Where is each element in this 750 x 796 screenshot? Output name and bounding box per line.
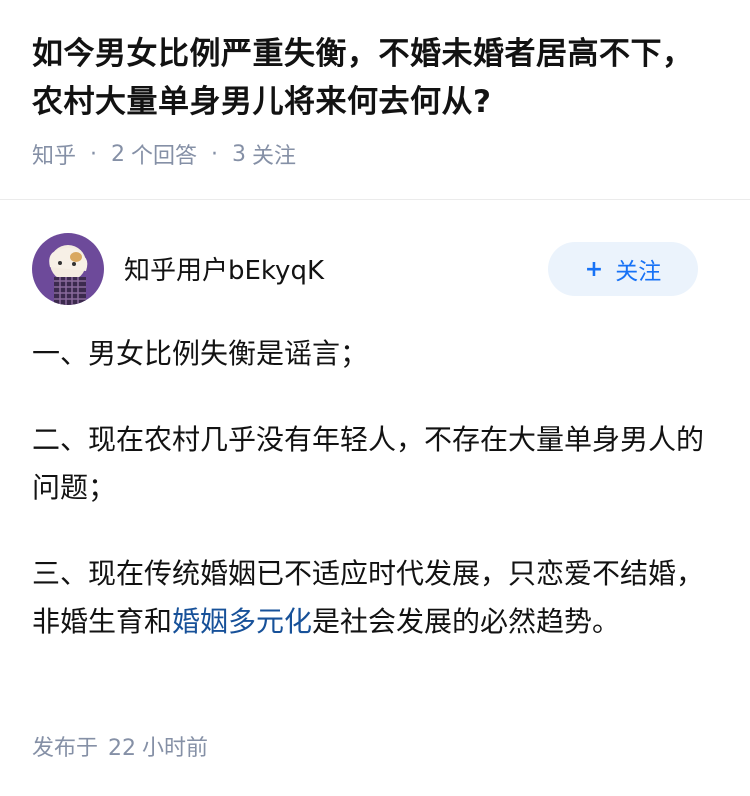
follow-button[interactable]: + 关注 — [548, 242, 698, 296]
separator-dot: · — [90, 141, 98, 167]
publish-unit: 小时前 — [142, 736, 209, 761]
answer-paragraph: 二、现在农村几乎没有年轻人，不存在大量单身男人的问题； — [32, 423, 705, 504]
follow-button-label: 关注 — [615, 259, 662, 285]
publish-amount: 22 — [108, 736, 137, 761]
plus-icon: + — [584, 256, 604, 282]
answer-paragraph: 一、男女比例失衡是谣言； — [32, 337, 369, 370]
separator-dot: · — [211, 141, 219, 167]
question-meta: 知乎 · 2 个回答 · 3 关注 — [32, 138, 718, 170]
author-row: 知乎用户bEkyqK + 关注 — [32, 232, 718, 306]
topic-link[interactable]: 婚姻多元化 — [172, 605, 312, 638]
answer-content: 一、男女比例失衡是谣言； 二、现在农村几乎没有年轻人，不存在大量单身男人的问题；… — [32, 330, 712, 684]
question-title[interactable]: 如今男女比例严重失衡，不婚未婚者居高不下，农村大量单身男儿将来何去何从? — [32, 30, 718, 126]
publish-time: 发布于 22 小时前 — [32, 730, 208, 762]
author-name[interactable]: 知乎用户bEkyqK — [124, 250, 324, 287]
answer-text: 是社会发展的必然趋势。 — [312, 605, 621, 638]
answer-count: 2 — [111, 141, 126, 167]
follow-count-label[interactable]: 关注 — [252, 138, 296, 170]
question-header: 如今男女比例严重失衡，不婚未婚者居高不下，农村大量单身男儿将来何去何从? 知乎 … — [0, 0, 750, 200]
avatar[interactable] — [32, 233, 104, 305]
publish-prefix: 发布于 — [32, 736, 99, 761]
follow-count: 3 — [232, 141, 247, 167]
avatar-image — [32, 233, 104, 305]
answer-paragraph: 三、现在传统婚姻已不适应时代发展，只恋爱不结婚，非婚生育和婚姻多元化是社会发展的… — [32, 550, 712, 646]
answer-count-label[interactable]: 个回答 — [131, 138, 197, 170]
source-label[interactable]: 知乎 — [32, 138, 76, 170]
